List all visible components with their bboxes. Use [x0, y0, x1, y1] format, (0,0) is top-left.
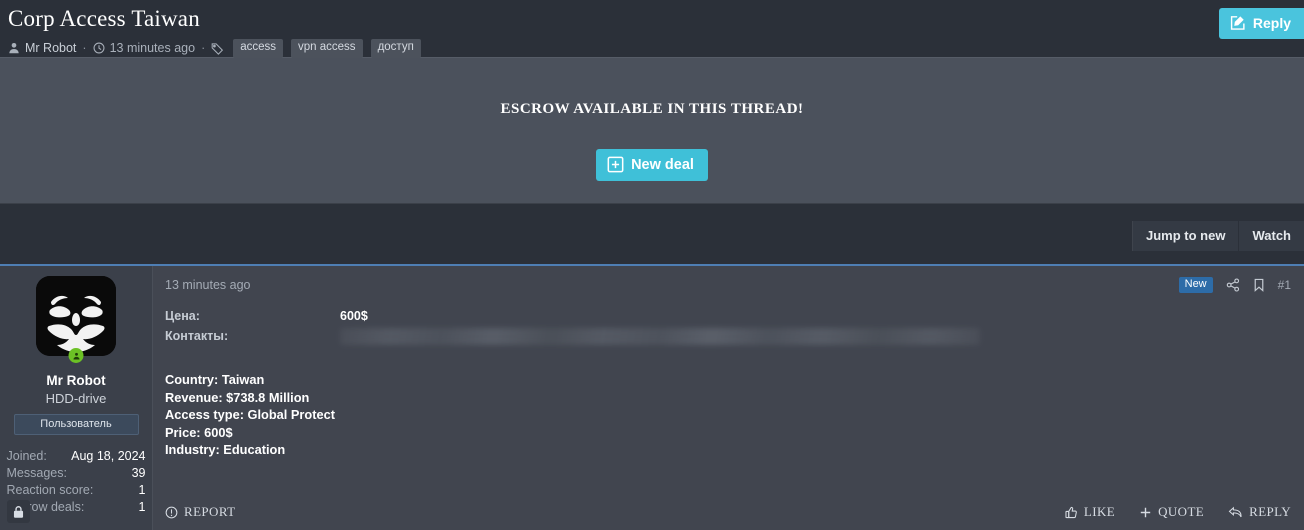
stat-key: Messages:	[6, 466, 67, 480]
stat-value: 1	[138, 483, 146, 497]
thread-timestamp: 13 minutes ago	[109, 41, 196, 56]
report-icon	[165, 506, 178, 519]
tag-chip[interactable]: доступ	[370, 39, 421, 58]
thread-toolbar-actions: Jump to new Watch	[1132, 221, 1304, 251]
escrow-headline: ESCROW AVAILABLE IN THIS THREAD!	[500, 101, 804, 117]
post-field-row: Цена: 600$	[165, 306, 1291, 326]
report-label: REPORT	[184, 504, 236, 519]
post-message-line: Country: Taiwan	[165, 372, 265, 387]
thumbs-up-icon	[1065, 506, 1078, 519]
tag-chip[interactable]: vpn access	[291, 39, 363, 58]
share-icon[interactable]	[1226, 278, 1240, 292]
like-button[interactable]: LIKE	[1065, 504, 1115, 520]
clock-icon	[93, 42, 105, 54]
post-body: 13 minutes ago New #1 Цена: 600$ Контакт…	[153, 266, 1304, 530]
stat-value: 39	[131, 466, 146, 480]
watch-button[interactable]: Watch	[1239, 221, 1304, 251]
post-field-value: 600$	[340, 309, 368, 323]
post-message-text: Country: Taiwan Revenue: $738.8 Million …	[165, 371, 1291, 459]
quote-button[interactable]: QUOTE	[1139, 504, 1204, 520]
stat-row: Joined: Aug 18, 2024	[7, 448, 146, 465]
post-field-key: Контакты:	[165, 329, 229, 343]
post-message-line: Access type: Global Protect	[165, 407, 335, 422]
post-message-line: Revenue: $738.8 Million	[165, 389, 310, 405]
new-deal-label: New deal	[631, 156, 694, 173]
thread-meta: Mr Robot · 13 minutes ago · access vpn a…	[8, 39, 1304, 58]
post-body-header: 13 minutes ago New #1	[165, 277, 1291, 293]
reply-button-label: Reply	[1252, 15, 1291, 31]
reply-button[interactable]: Reply	[1218, 8, 1304, 39]
like-label: LIKE	[1083, 504, 1116, 519]
post-field-list: Цена: 600$ Контакты:	[165, 306, 1291, 346]
post-author-name[interactable]: Mr Robot	[46, 373, 105, 388]
stat-row: Reaction score: 1	[7, 482, 146, 499]
page-title: Corp Access Taiwan	[8, 6, 200, 31]
user-icon	[8, 42, 20, 54]
meta-separator-2: ·	[201, 41, 206, 56]
redacted-contacts-bar	[340, 328, 980, 345]
post-author-title: HDD-drive	[45, 391, 107, 406]
post-footer: REPORT LIKE QUOTE REPLY	[165, 504, 1291, 520]
post-number[interactable]: #1	[1278, 278, 1291, 292]
edit-icon	[1230, 15, 1246, 31]
post-reply-label: REPLY	[1249, 504, 1291, 519]
reply-arrow-icon	[1228, 506, 1243, 519]
jump-to-new-button[interactable]: Jump to new	[1133, 221, 1240, 251]
escrow-banner: ESCROW AVAILABLE IN THIS THREAD! New dea…	[0, 57, 1304, 204]
thread-author[interactable]: Mr Robot	[25, 41, 76, 55]
online-status-icon	[68, 348, 84, 363]
post-header-actions: New #1	[1178, 277, 1291, 293]
quote-label: QUOTE	[1158, 504, 1205, 519]
post-author-banner: Пользователь	[13, 414, 139, 435]
thread-toolbar: Jump to new Watch	[0, 204, 1304, 264]
status-badge: New	[1178, 277, 1213, 293]
stat-value: Aug 18, 2024	[71, 449, 146, 463]
post-message-line: Industry: Education	[165, 442, 286, 457]
stat-value: 1	[138, 500, 146, 514]
post-reply-button[interactable]: REPLY	[1228, 504, 1291, 520]
bookmark-icon[interactable]	[1253, 278, 1265, 292]
stat-key: Joined:	[6, 449, 47, 463]
tag-chip[interactable]: access	[233, 39, 284, 58]
post-message-line: Price: 600$	[165, 424, 233, 440]
lock-icon	[7, 500, 30, 523]
post-timestamp[interactable]: 13 minutes ago	[165, 278, 250, 292]
plus-icon	[1139, 506, 1152, 519]
post-field-key: Цена:	[165, 309, 200, 323]
avatar[interactable]	[36, 276, 116, 356]
plus-square-icon	[607, 156, 624, 173]
post-author-card: Mr Robot HDD-drive Пользователь Joined: …	[0, 266, 153, 530]
stat-row: Messages: 39	[7, 465, 146, 482]
post-article: Mr Robot HDD-drive Пользователь Joined: …	[0, 264, 1304, 530]
report-button[interactable]: REPORT	[165, 504, 235, 520]
stat-key: Reaction score:	[6, 483, 94, 497]
new-deal-button[interactable]: New deal	[596, 149, 708, 181]
thread-header: Corp Access Taiwan Mr Robot · 13 minutes…	[0, 0, 1304, 58]
meta-separator-1: ·	[82, 41, 87, 56]
tag-icon	[211, 42, 225, 55]
post-reactions: LIKE QUOTE REPLY	[1065, 504, 1291, 520]
avatar-wrapper[interactable]	[36, 276, 116, 363]
